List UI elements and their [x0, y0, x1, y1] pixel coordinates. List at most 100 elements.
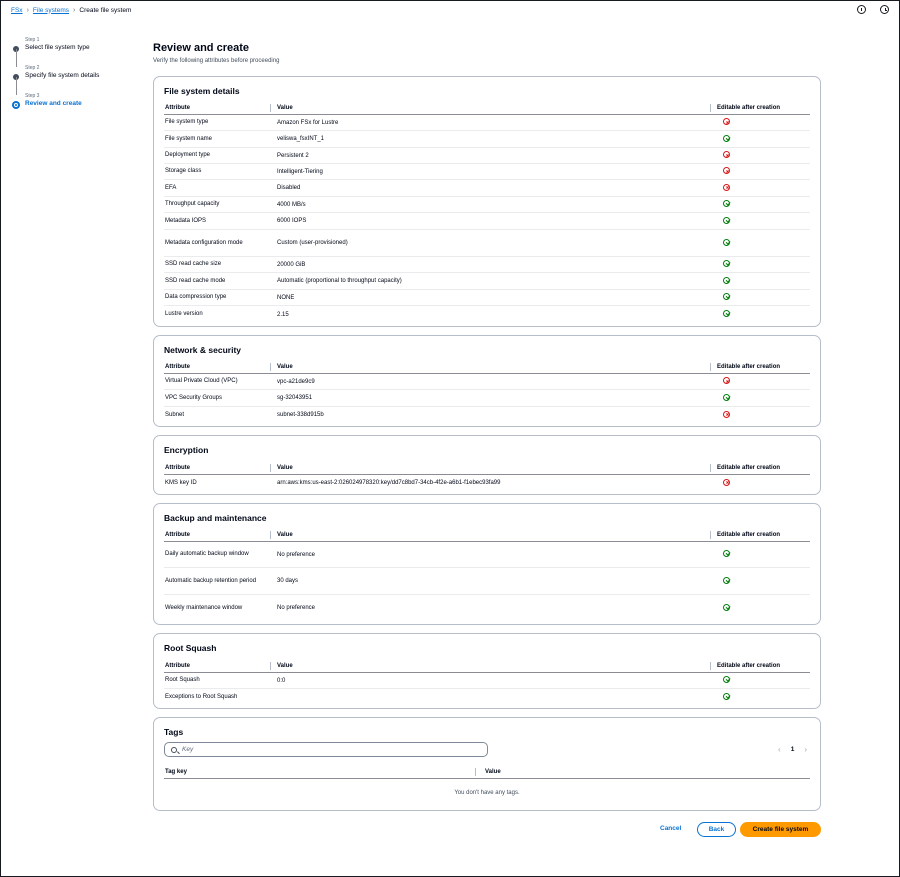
- step-label: Specify file system details: [25, 72, 100, 79]
- table-body: KMS key ID arn:aws:kms:us-east-2:02602497…: [164, 475, 810, 491]
- breadcrumb-current: Create file system: [79, 6, 132, 14]
- attribute-cell: Automatic backup retention period: [165, 577, 257, 584]
- table-row: SSD read cache size 20000 GiB: [164, 257, 810, 273]
- breadcrumb-fsx-link[interactable]: FSx: [11, 7, 23, 14]
- step-dot-active: [12, 101, 20, 109]
- table-header: Attribute Value Editable after creation: [164, 101, 810, 115]
- check-circle-icon: [723, 134, 730, 142]
- wizard-steps: Step 1 Select file system type Step 2 Sp…: [12, 37, 132, 121]
- column-header-tag-value: Value: [485, 768, 501, 775]
- attribute-cell: Daily automatic backup window: [165, 551, 249, 557]
- column-header-value: Value: [271, 661, 711, 670]
- table-row: Data compression type NONE: [164, 290, 810, 306]
- x-circle-icon: [723, 183, 730, 191]
- value-cell: veliswa_fsxINT_1: [277, 136, 325, 142]
- editable-cell: [711, 550, 810, 559]
- editable-cell: [711, 238, 810, 248]
- tag-search-input[interactable]: [182, 746, 462, 753]
- step-number: Step 3: [25, 93, 40, 99]
- editable-cell: [711, 676, 810, 685]
- x-circle-icon: [723, 151, 730, 158]
- attribute-cell: Subnet: [165, 411, 185, 418]
- table-header: Attribute Value Editable after creation: [164, 528, 810, 542]
- check-circle-icon: [723, 676, 730, 683]
- table-row: Exceptions to Root Squash: [164, 689, 810, 706]
- table-body: File system type Amazon FSx for Lustre Fil…: [164, 115, 810, 323]
- step-1[interactable]: Step 1 Select file system type: [12, 37, 132, 67]
- card-title: Tags: [164, 727, 184, 737]
- tag-search-field[interactable]: [164, 742, 488, 757]
- back-button[interactable]: Back: [697, 822, 736, 837]
- value-cell: NONE: [277, 294, 295, 301]
- attributes-table: Attribute Value Editable after creation …: [164, 659, 810, 706]
- info-icon[interactable]: [857, 5, 866, 14]
- check-circle-icon: [723, 693, 730, 700]
- value-cell: 4000 MB/s: [277, 201, 306, 208]
- check-circle-icon: [723, 393, 730, 401]
- root-squash-card: Root Squash Attribute Value Editable aft…: [153, 633, 821, 709]
- column-header-editable: Editable after creation: [717, 464, 781, 471]
- table-body: Root Squash 0:0 Exceptions to Root Squash: [164, 673, 810, 706]
- table-row: Deployment type Persistent 2: [164, 148, 810, 164]
- step-label: Review and create: [25, 100, 82, 107]
- check-circle-icon: [723, 310, 730, 317]
- attribute-cell: Lustre version: [165, 311, 203, 317]
- check-circle-icon: [723, 603, 730, 611]
- check-circle-icon: [723, 260, 730, 267]
- editable-cell: [711, 151, 810, 160]
- attribute-cell: KMS key ID: [165, 479, 197, 486]
- table-row: Metadata IOPS 6000 IOPS: [164, 213, 810, 230]
- table-row: File system name veliswa_fsxINT_1: [164, 131, 810, 148]
- table-row: Automatic backup retention period 30 days: [164, 568, 810, 595]
- value-cell: Intelligent-Tiering: [277, 168, 323, 175]
- column-header-value: Value: [271, 103, 711, 112]
- breadcrumb-file-systems-link[interactable]: File systems: [33, 7, 69, 14]
- value-cell: 30 days: [277, 578, 299, 584]
- editable-cell: [711, 310, 810, 319]
- table-body: Virtual Private Cloud (VPC) vpc-a21de9c9 V…: [164, 374, 810, 423]
- step-number: Step 2: [25, 65, 40, 71]
- column-header-attribute: Attribute: [164, 530, 271, 539]
- value-cell: Automatic (proportional to throughput ca…: [277, 278, 402, 284]
- chevron-left-icon[interactable]: ‹: [778, 745, 781, 754]
- x-circle-icon: [723, 118, 730, 125]
- table-row: Virtual Private Cloud (VPC) vpc-a21de9c9: [164, 374, 810, 390]
- card-title: Network & security: [164, 345, 241, 355]
- editable-cell: [711, 216, 810, 226]
- attributes-table: Attribute Value Editable after creation …: [164, 360, 810, 423]
- attribute-cell: Deployment type: [165, 152, 211, 158]
- table-row: Storage class Intelligent-Tiering: [164, 164, 810, 180]
- column-header-tag-key: Tag key: [164, 767, 476, 776]
- attribute-cell: Virtual Private Cloud (VPC): [165, 378, 238, 384]
- page-number[interactable]: 1: [791, 746, 795, 753]
- cancel-button[interactable]: Cancel: [654, 823, 687, 834]
- editable-cell: [711, 693, 810, 702]
- attribute-cell: Metadata configuration mode: [165, 239, 243, 246]
- value-cell: arn:aws:kms:us-east-2:026024978320:key/d…: [277, 480, 501, 486]
- editable-cell: [711, 183, 810, 193]
- chevron-right-icon[interactable]: ›: [804, 745, 807, 754]
- attribute-cell: Metadata IOPS: [165, 217, 207, 224]
- editable-cell: [711, 260, 810, 269]
- column-header-value: Value: [271, 362, 711, 371]
- attributes-table: Attribute Value Editable after creation …: [164, 528, 810, 621]
- step-3: Step 3 Review and create: [12, 93, 132, 121]
- chevron-right-icon: ›: [73, 6, 76, 14]
- attribute-cell: VPC Security Groups: [165, 394, 223, 401]
- table-row: VPC Security Groups sg-32043951: [164, 390, 810, 407]
- card-title: Root Squash: [164, 643, 217, 653]
- create-file-system-button[interactable]: Create file system: [740, 822, 821, 837]
- column-header-value: Value: [271, 530, 711, 539]
- editable-cell: [711, 478, 810, 488]
- table-row: Subnet subnet-338d915b: [164, 407, 810, 423]
- table-body: Daily automatic backup window No preferen…: [164, 542, 810, 621]
- step-2[interactable]: Step 2 Specify file system details: [12, 65, 132, 95]
- file-system-details-card: File system details Attribute Value Edit…: [153, 76, 821, 327]
- attribute-cell: SSD read cache size: [165, 261, 222, 267]
- attribute-cell: File system type: [165, 119, 209, 125]
- table-row: Weekly maintenance window No preference: [164, 595, 810, 621]
- attribute-cell: Weekly maintenance window: [165, 604, 243, 611]
- attribute-cell: Root Squash: [165, 677, 200, 683]
- table-row: Daily automatic backup window No preferen…: [164, 542, 810, 568]
- clock-icon[interactable]: [880, 5, 889, 14]
